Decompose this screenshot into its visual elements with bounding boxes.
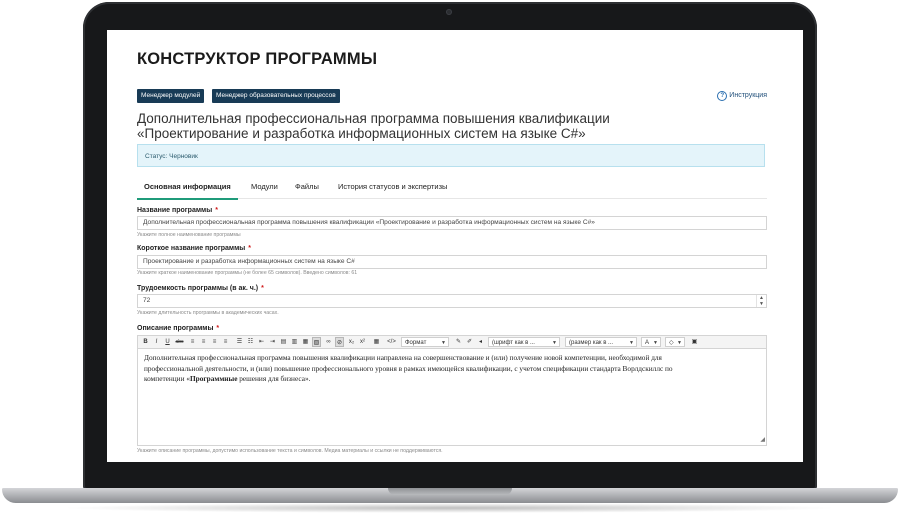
size-select[interactable]: (размер как в ... ▼ bbox=[565, 337, 637, 347]
short-name-hint: Укажите краткое наименование программы (… bbox=[137, 270, 358, 276]
short-name-label: Короткое название программы * bbox=[137, 245, 251, 252]
align-justify-icon[interactable]: ≡ bbox=[221, 337, 230, 347]
description-editor[interactable]: Дополнительная профессиональная программ… bbox=[137, 349, 767, 446]
short-name-input[interactable]: Проектирование и разработка информационн… bbox=[137, 255, 767, 269]
editor-toolbar: B I U abc ≡ ≡ ≡ ≡ ☰ ☷ ⇤ ⇥ ▤ ▥ ▦ ▧ ∞ ⊘ x₂… bbox=[137, 335, 767, 349]
italic-button[interactable]: I bbox=[152, 337, 161, 347]
program-name-label: Название программы * bbox=[137, 207, 218, 214]
hours-label: Трудоемкость программы (в ак. ч.) * bbox=[137, 285, 264, 292]
unlink-icon[interactable]: ⊘ bbox=[335, 337, 344, 347]
outdent-icon[interactable]: ⇤ bbox=[257, 337, 266, 347]
bullet-list-icon[interactable]: ☰ bbox=[235, 337, 244, 347]
highlight-color-select[interactable]: ◇ ▼ bbox=[665, 337, 685, 347]
description-line-1: Дополнительная профессиональная программ… bbox=[144, 353, 662, 362]
paint-format-icon[interactable]: ✎ bbox=[454, 337, 463, 347]
description-label: Описание программы * bbox=[137, 325, 220, 332]
subscript-button[interactable]: x₂ bbox=[347, 337, 356, 347]
description-line-3: компетенции «Программные решения для биз… bbox=[144, 374, 311, 383]
page-title: КОНСТРУКТОР ПРОГРАММЫ bbox=[137, 50, 378, 68]
tab-files[interactable]: Файлы bbox=[295, 180, 319, 198]
link-icon[interactable]: ∞ bbox=[324, 337, 333, 347]
tab-modules[interactable]: Модули bbox=[251, 180, 278, 198]
hours-hint: Укажите длительность программы в академи… bbox=[137, 310, 279, 316]
align-left-icon[interactable]: ≡ bbox=[188, 337, 197, 347]
program-name-input[interactable]: Дополнительная профессиональная программ… bbox=[137, 216, 767, 230]
resize-handle-icon[interactable]: ◢ bbox=[760, 435, 765, 446]
table-icon[interactable]: ▦ bbox=[372, 337, 381, 347]
description-hint: Укажите описание программы, допустимо ис… bbox=[137, 448, 443, 454]
camera-icon bbox=[446, 9, 452, 15]
align-right-icon[interactable]: ≡ bbox=[210, 337, 219, 347]
bold-button[interactable]: B bbox=[141, 337, 150, 347]
hours-input[interactable]: 72 ▲ ▼ bbox=[137, 294, 767, 308]
drop-icon: ◇ bbox=[669, 340, 674, 346]
underline-button[interactable]: U bbox=[163, 337, 172, 347]
program-title-line-1: Дополнительная профессиональная программ… bbox=[137, 111, 610, 126]
laptop-screen: КОНСТРУКТОР ПРОГРАММЫ Менеджер модулей М… bbox=[107, 30, 803, 462]
program-name-hint: Укажите полное наименование программы bbox=[137, 232, 241, 238]
font-select[interactable]: (шрифт как в ... ▼ bbox=[488, 337, 560, 347]
numbered-list-icon[interactable]: ☷ bbox=[246, 337, 255, 347]
laptop-notch bbox=[388, 488, 512, 495]
process-manager-button[interactable]: Менеджер образовательных процессов bbox=[212, 89, 340, 103]
program-title: Дополнительная профессиональная программ… bbox=[137, 111, 767, 141]
align-block-right-icon[interactable]: ▦ bbox=[301, 337, 310, 347]
question-circle-icon: ? bbox=[717, 91, 728, 101]
font-color-select[interactable]: A ▼ bbox=[641, 337, 661, 347]
align-block-center-icon[interactable]: ▥ bbox=[290, 337, 299, 347]
strikethrough-button[interactable]: abc bbox=[174, 337, 185, 347]
source-code-button[interactable]: </> bbox=[386, 337, 397, 347]
program-title-line-2: «Проектирование и разработка информацион… bbox=[137, 126, 586, 141]
align-block-justify-icon[interactable]: ▧ bbox=[312, 337, 321, 347]
brush-icon[interactable]: ✐ bbox=[465, 337, 474, 347]
arrow-left-icon[interactable]: ◂ bbox=[476, 337, 485, 347]
align-block-left-icon[interactable]: ▤ bbox=[279, 337, 288, 347]
superscript-button[interactable]: x² bbox=[358, 337, 367, 347]
module-manager-button[interactable]: Менеджер модулей bbox=[137, 89, 205, 103]
image-icon[interactable]: ▣ bbox=[690, 337, 699, 347]
format-select[interactable]: Формат ▼ bbox=[401, 337, 449, 347]
status-badge: Статус: Черновик bbox=[137, 144, 765, 167]
description-line-2: профессиональной деятельности, и (или) п… bbox=[144, 363, 673, 373]
align-center-icon[interactable]: ≡ bbox=[199, 337, 208, 347]
instruction-label: Инструкция bbox=[729, 92, 767, 99]
tab-bar: Основная информация Модули Файлы История… bbox=[137, 180, 767, 200]
laptop-shadow bbox=[60, 503, 840, 513]
hours-stepper[interactable]: ▲ ▼ bbox=[756, 295, 766, 307]
indent-icon[interactable]: ⇥ bbox=[268, 337, 277, 347]
tab-history[interactable]: История статусов и экспертизы bbox=[338, 180, 447, 198]
hours-value: 72 bbox=[143, 297, 151, 304]
instruction-link[interactable]: ? Инструкция bbox=[717, 89, 767, 103]
tab-main-info[interactable]: Основная информация bbox=[137, 180, 238, 200]
